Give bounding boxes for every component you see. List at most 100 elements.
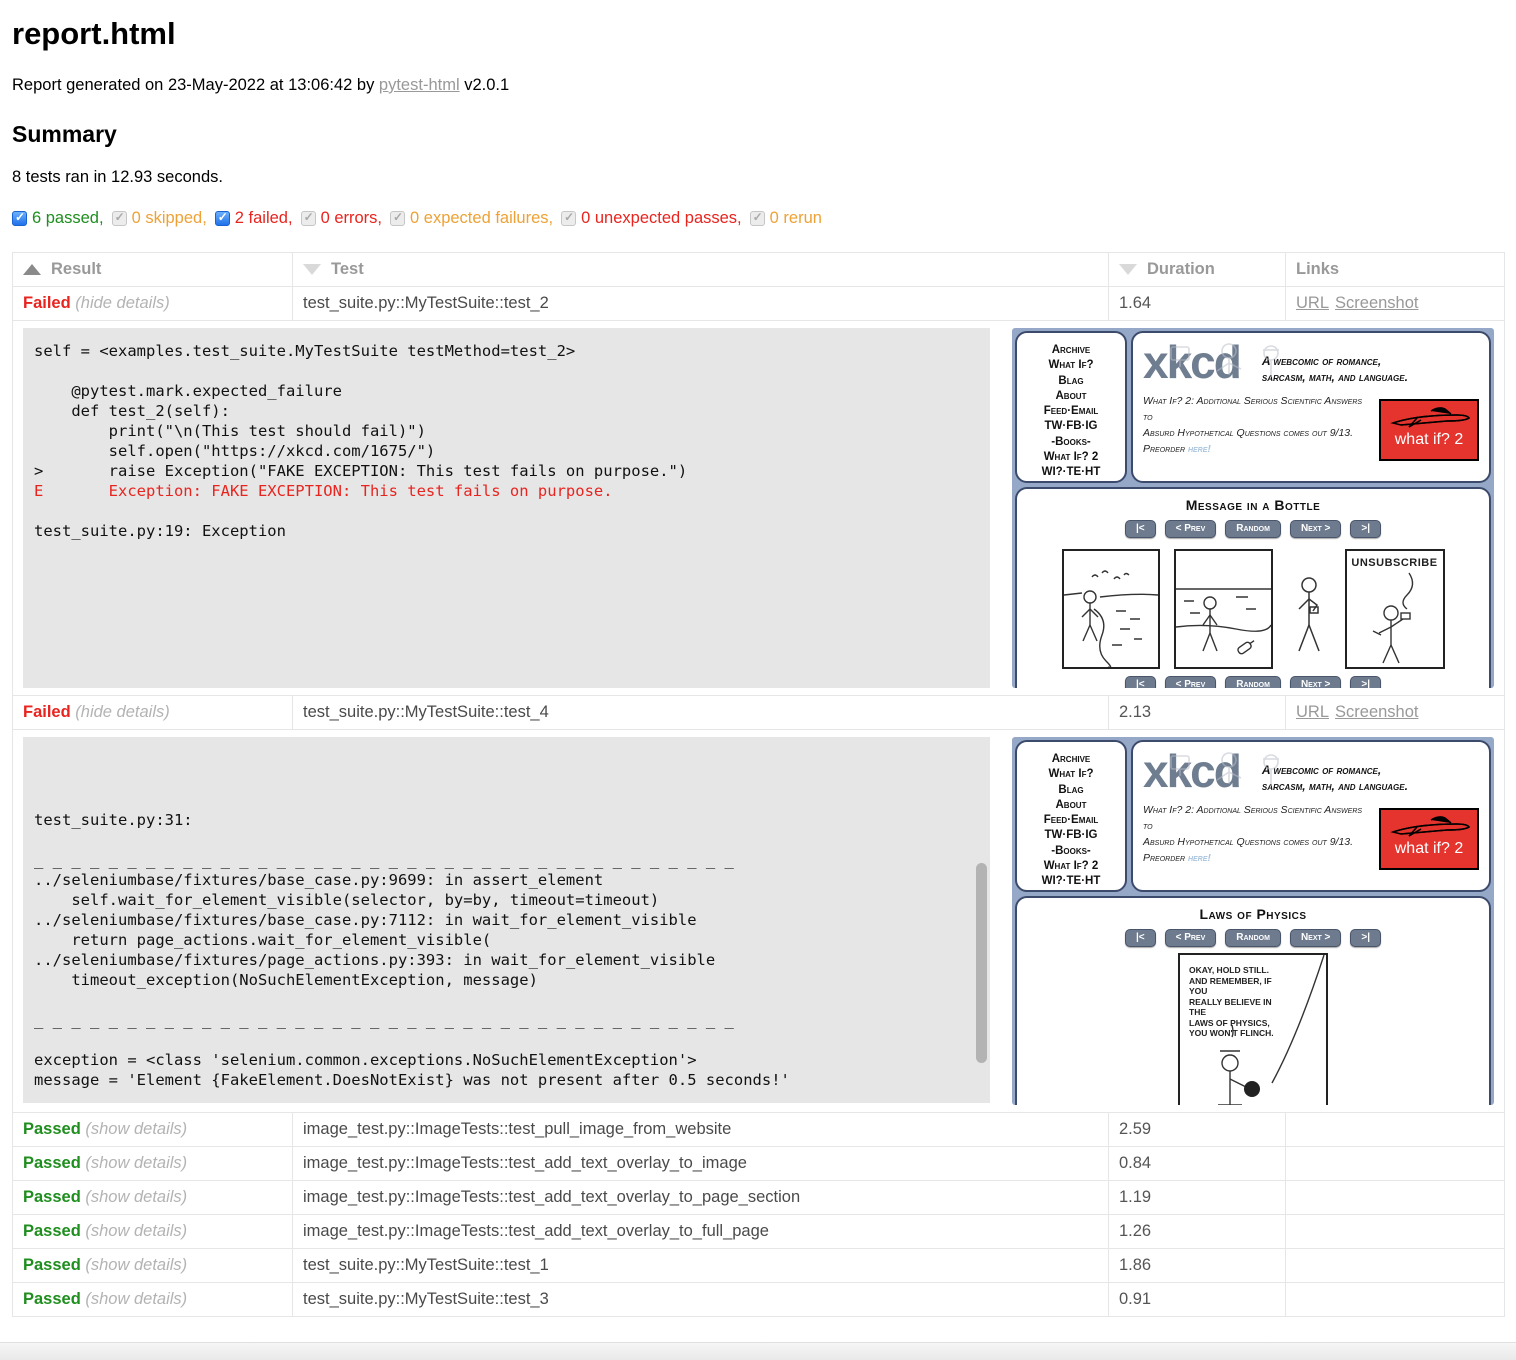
results-table: Result Test Duration Links Failed (hide … (12, 252, 1505, 1317)
test-name: image_test.py::ImageTests::test_add_text… (293, 1181, 1109, 1215)
xkcd-nav-item: -Books- (1017, 844, 1125, 859)
sort-asc-icon (23, 264, 41, 275)
duration-value: 1.64 (1109, 287, 1286, 321)
traceback-line (34, 1090, 990, 1103)
xkcd-here-link: here! (1188, 443, 1211, 455)
screenshot-link[interactable]: Screenshot (1335, 703, 1418, 721)
table-row-passed: Passed (show details)image_test.py::Imag… (13, 1147, 1505, 1181)
xkcd-nav-button: Next > (1290, 676, 1341, 688)
xkcd-nav-button: >| (1350, 520, 1381, 538)
traceback-log-test2: self = <examples.test_suite.MyTestSuite … (23, 328, 990, 688)
traceback-line (34, 361, 990, 381)
filter-checkbox-checked[interactable] (12, 211, 27, 226)
result-label-passed: Passed (23, 1188, 81, 1206)
xkcd-here-link: here! (1188, 852, 1211, 864)
xkcd-nav-button: >| (1350, 929, 1381, 947)
xkcd-nav-buttons: |<< PrevRandomNext >>| (1017, 929, 1489, 947)
url-link[interactable]: URL (1296, 703, 1329, 721)
hide-details-toggle[interactable]: (hide details) (75, 703, 169, 721)
screenshot-image-test2[interactable]: ArchiveWhat If?BlagAboutFeed·EmailTW·FB·… (1012, 328, 1494, 688)
plane-doodle (1387, 405, 1473, 431)
test-name: test_suite.py::MyTestSuite::test_2 (293, 287, 1109, 321)
show-details-toggle[interactable]: (show details) (81, 1290, 187, 1308)
xkcd-logo: xkcd (1143, 339, 1240, 385)
test-name: test_suite.py::MyTestSuite::test_1 (293, 1249, 1109, 1283)
filter-checkbox-unchecked[interactable] (750, 211, 765, 226)
what-if-2-badge: what if? 2 (1379, 399, 1479, 461)
column-header-result[interactable]: Result (13, 253, 293, 287)
pytest-html-link[interactable]: pytest-html (379, 76, 460, 94)
traceback-line: exception = <class 'selenium.common.exce… (34, 1050, 990, 1070)
filter-checkbox-unchecked[interactable] (561, 211, 576, 226)
show-details-toggle[interactable]: (show details) (81, 1256, 187, 1274)
links-cell: URL Screenshot (1286, 287, 1505, 321)
traceback-line: self.wait_for_element_visible(selector, … (34, 890, 990, 910)
show-details-toggle[interactable]: (show details) (81, 1154, 187, 1172)
hide-details-toggle[interactable]: (hide details) (75, 294, 169, 312)
details-row-test4: test_suite.py:31: _ _ _ _ _ _ _ _ _ _ _ … (13, 730, 1505, 1113)
xkcd-doodle-sketch (1151, 341, 1301, 387)
plane-doodle (1387, 814, 1473, 840)
show-details-toggle[interactable]: (show details) (81, 1120, 187, 1138)
xkcd-nav-button: Random (1225, 929, 1281, 947)
column-header-duration[interactable]: Duration (1109, 253, 1286, 287)
xkcd-nav-item: What If? 2 (1017, 450, 1125, 465)
result-cell: Failed (hide details) (13, 696, 293, 730)
xkcd-nav-button: < Prev (1165, 929, 1217, 947)
table-row-passed: Passed (show details)test_suite.py::MyTe… (13, 1283, 1505, 1317)
table-row-failed-test4: Failed (hide details) test_suite.py::MyT… (13, 696, 1505, 730)
traceback-line: > raise Exception("FAKE EXCEPTION: This … (34, 461, 990, 481)
screenshot-image-test4[interactable]: ArchiveWhat If?BlagAboutFeed·EmailTW·FB·… (1012, 737, 1494, 1105)
result-label-passed: Passed (23, 1256, 81, 1274)
summary-text: 8 tests ran in 12.93 seconds. (12, 168, 1504, 187)
filter-checkbox-unchecked[interactable] (390, 211, 405, 226)
xkcd-nav-item: About (1017, 389, 1125, 404)
result-label-passed: Passed (23, 1222, 81, 1240)
show-details-toggle[interactable]: (show details) (81, 1222, 187, 1240)
filter-item: 0 expected failures, (390, 209, 553, 228)
column-header-result-label: Result (51, 260, 101, 278)
filter-checkbox-unchecked[interactable] (301, 211, 316, 226)
duration-value: 1.86 (1109, 1249, 1286, 1283)
traceback-line: return page_actions.wait_for_element_vis… (34, 930, 990, 950)
filter-checkbox-unchecked[interactable] (112, 211, 127, 226)
duration-value: 0.91 (1109, 1283, 1286, 1317)
traceback-line: _ _ _ _ _ _ _ _ _ _ _ _ _ _ _ _ _ _ _ _ … (34, 1010, 990, 1030)
xkcd-nav-buttons-bottom: |<< PrevRandomNext >>| (1017, 676, 1489, 688)
url-link[interactable]: URL (1296, 294, 1329, 312)
duration-value: 2.13 (1109, 696, 1286, 730)
column-header-links-label: Links (1296, 260, 1339, 278)
traceback-line: test_suite.py:31: (34, 810, 990, 830)
traceback-error-line: E Exception: FAKE EXCEPTION: This test f… (34, 481, 990, 501)
column-header-test-label: Test (331, 260, 364, 278)
filter-checkbox-checked[interactable] (215, 211, 230, 226)
traceback-line (34, 990, 990, 1010)
xkcd-nav-buttons: |<< PrevRandomNext >>| (1017, 520, 1489, 538)
scrollbar-thumb[interactable] (976, 863, 987, 1063)
show-details-toggle[interactable]: (show details) (81, 1188, 187, 1206)
traceback-line (34, 830, 990, 850)
filter-label: 0 unexpected passes, (581, 209, 742, 228)
table-header-row: Result Test Duration Links (13, 253, 1505, 287)
table-row-passed: Passed (show details) test_suite.py::MyTe… (13, 1249, 1505, 1283)
xkcd-nav-button: Next > (1290, 929, 1341, 947)
screenshot-link[interactable]: Screenshot (1335, 294, 1418, 312)
column-header-test[interactable]: Test (293, 253, 1109, 287)
traceback-line: @pytest.mark.expected_failure (34, 381, 990, 401)
traceback-line: ../seleniumbase/fixtures/base_case.py:96… (34, 870, 990, 890)
result-cell: Passed (show details) (13, 1181, 293, 1215)
xkcd-nav-item: What If? (1017, 767, 1125, 782)
page-title: report.html (12, 16, 1504, 52)
traceback-line (34, 1030, 990, 1050)
duration-value: 0.84 (1109, 1147, 1286, 1181)
xkcd-nav-button: Random (1225, 676, 1281, 688)
traceback-line: print("\n(This test should fail)") (34, 421, 990, 441)
xkcd-nav-item: WI?·TE·HT (1017, 874, 1125, 889)
comic-title: Message in a Bottle (1017, 497, 1489, 513)
result-label-failed: Failed (23, 294, 71, 312)
traceback-line: ../seleniumbase/fixtures/base_case.py:71… (34, 910, 990, 930)
generated-prefix: Report generated on 23-May-2022 at 13:06… (12, 76, 379, 94)
unsubscribe-text: UNSUBSCRIBE (1347, 557, 1443, 569)
xkcd-nav-item: Feed·Email (1017, 404, 1125, 419)
filters: 6 passed,0 skipped,2 failed,0 errors,0 e… (12, 209, 1504, 228)
